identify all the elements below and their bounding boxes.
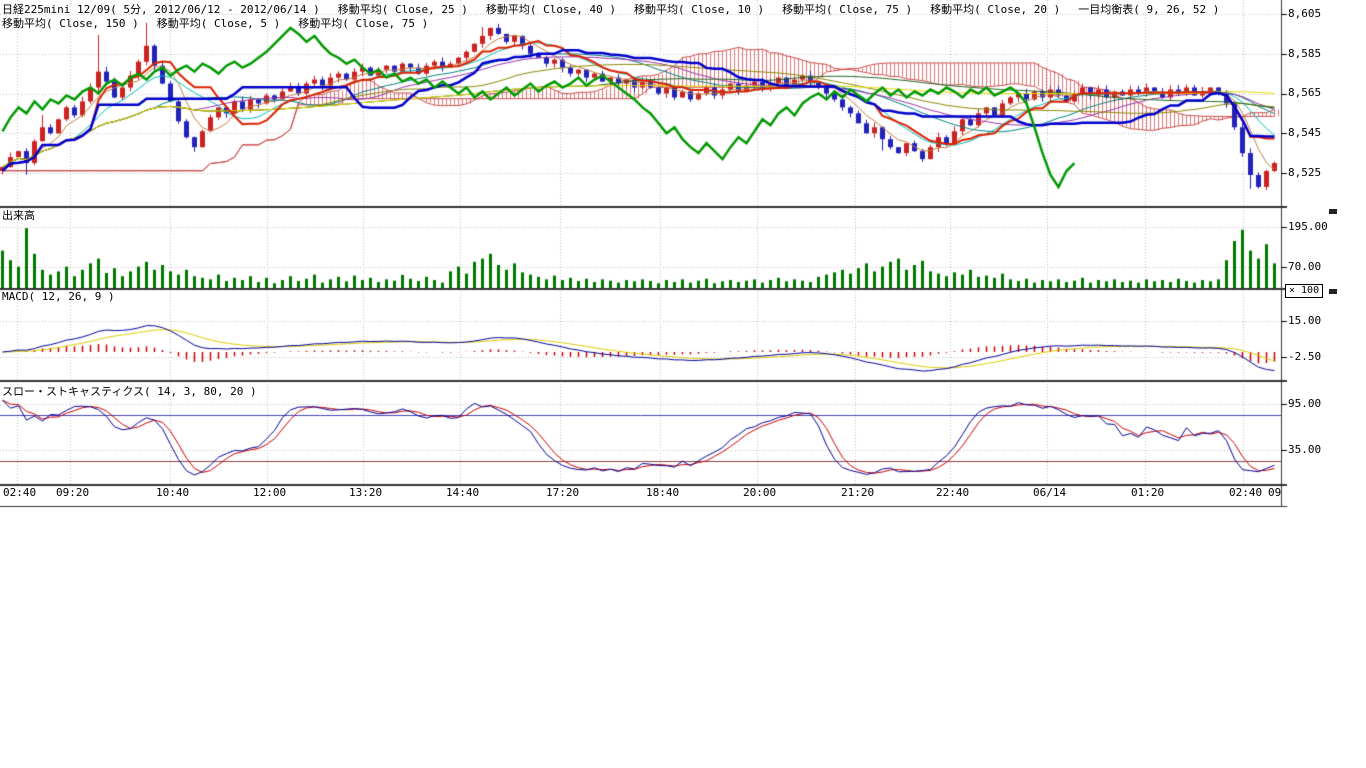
time-axis-label: 06/14	[1033, 487, 1066, 499]
volume-panel-handle[interactable]	[1329, 209, 1337, 214]
time-axis-label: 20:00	[743, 487, 776, 499]
volume-multiplier-badge: × 100	[1285, 284, 1323, 298]
time-axis-label: 01:20	[1131, 487, 1164, 499]
volume-axis-label: 70.00	[1288, 261, 1321, 273]
time-axis-label: 09:20	[56, 487, 89, 499]
legend-ma75b[interactable]: 移動平均( Close, 75 )	[298, 15, 428, 31]
price-axis-label: 8,605	[1288, 8, 1321, 20]
legend-ma40[interactable]: 移動平均( Close, 40 )	[486, 1, 616, 17]
time-axis-label: 10:40	[156, 487, 189, 499]
volume-panel-title: 出来高	[2, 207, 35, 223]
legend-ma10[interactable]: 移動平均( Close, 10 )	[634, 1, 764, 17]
macd-panel-title: MACD( 12, 26, 9 )	[2, 290, 115, 303]
legend-row-2: 移動平均( Close, 150 ) 移動平均( Close, 5 ) 移動平均…	[2, 15, 428, 31]
chart-canvas[interactable]	[0, 0, 1366, 510]
volume-axis-label: 195.00	[1288, 221, 1328, 233]
time-axis-label: 12:00	[253, 487, 286, 499]
stoch-axis-label: 95.00	[1288, 398, 1321, 410]
time-axis-label: 22:40	[936, 487, 969, 499]
price-axis-label: 8,545	[1288, 127, 1321, 139]
price-axis-label: 8,565	[1288, 87, 1321, 99]
legend-ma75[interactable]: 移動平均( Close, 75 )	[782, 1, 912, 17]
time-axis-label: 17:20	[546, 487, 579, 499]
legend-ma20[interactable]: 移動平均( Close, 20 )	[930, 1, 1060, 17]
time-axis-label: 21:20	[841, 487, 874, 499]
legend-ma150[interactable]: 移動平均( Close, 150 )	[2, 15, 139, 31]
stoch-axis-label: 35.00	[1288, 444, 1321, 456]
time-axis-label: 02:40	[3, 487, 36, 499]
time-axis-label: 09	[1268, 487, 1281, 499]
time-axis-label: 13:20	[349, 487, 382, 499]
macd-panel-handle[interactable]	[1329, 289, 1337, 294]
price-axis-label: 8,585	[1288, 48, 1321, 60]
time-axis-label: 18:40	[646, 487, 679, 499]
chart-window: 日経225mini 12/09( 5分, 2012/06/12 - 2012/0…	[0, 0, 1366, 768]
time-axis-label: 02:40	[1229, 487, 1262, 499]
macd-axis-label: -2.50	[1288, 351, 1321, 363]
time-axis-label: 14:40	[446, 487, 479, 499]
price-axis-label: 8,525	[1288, 167, 1321, 179]
stoch-panel-title: スロー・ストキャスティクス( 14, 3, 80, 20 )	[2, 383, 257, 399]
macd-axis-label: 15.00	[1288, 315, 1321, 327]
legend-ma5[interactable]: 移動平均( Close, 5 )	[157, 15, 280, 31]
legend-ichimoku[interactable]: 一目均衡表( 9, 26, 52 )	[1078, 1, 1219, 17]
